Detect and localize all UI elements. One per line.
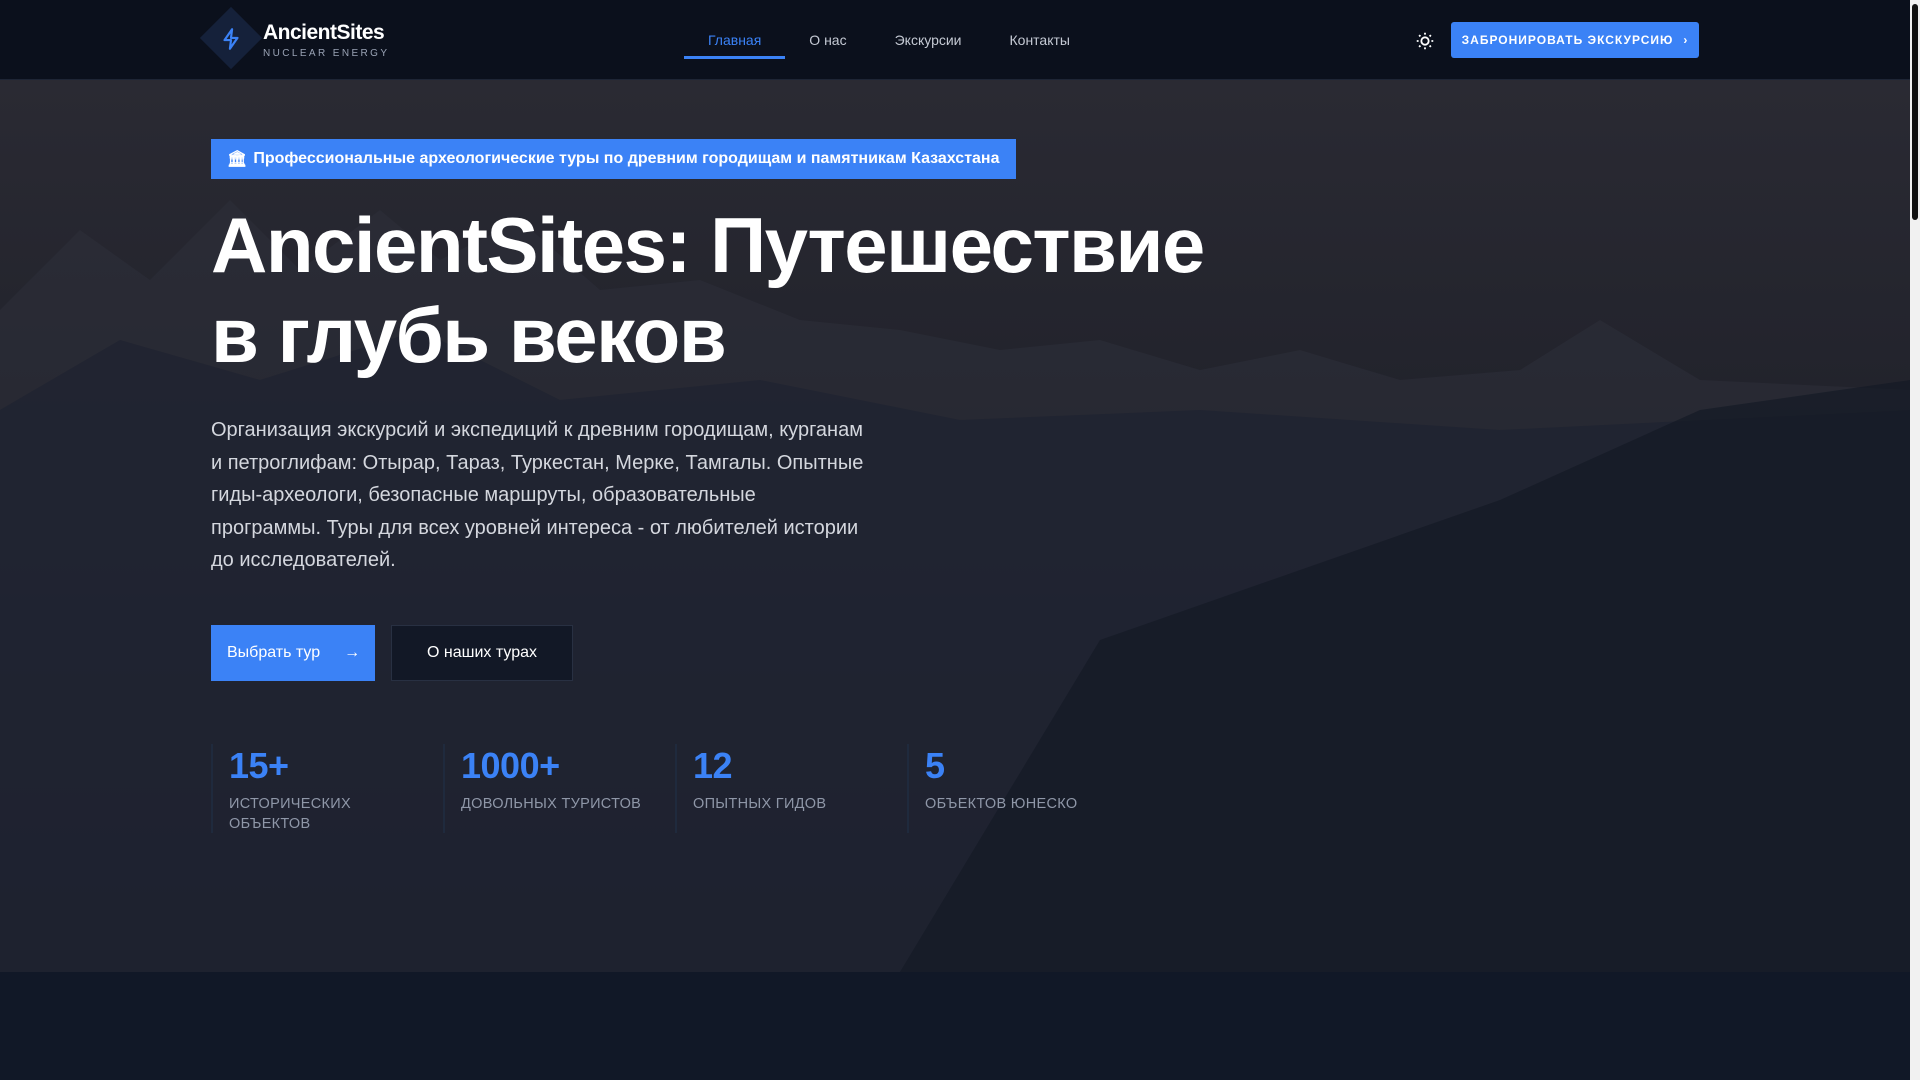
book-tour-button[interactable]: ЗАБРОНИРОВАТЬ ЭКСКУРСИЮ ›: [1451, 22, 1699, 58]
choose-tour-label: Выбрать тур: [227, 644, 321, 661]
main-nav: Главная О нас Экскурсии Контакты: [684, 0, 1094, 80]
chevron-right-icon: ›: [1683, 33, 1689, 47]
stat-value: 1000+: [461, 745, 560, 786]
site-header: AncientSites NUCLEAR ENERGY Главная О на…: [0, 0, 1910, 80]
hero-title-line2: в глубь веков: [211, 291, 727, 379]
hero-section: 🏛 Профессиональные археологические туры п…: [0, 80, 1910, 972]
stat-value: 15+: [229, 745, 289, 786]
stat-item: 1000+ ДОВОЛЬНЫХ ТУРИСТОВ: [443, 744, 675, 833]
scrollbar-thumb[interactable]: [1912, 4, 1918, 220]
stat-label: ОПЫТНЫХ ГИДОВ: [693, 796, 827, 812]
logo-title[interactable]: AncientSites: [263, 21, 385, 45]
stat-label: ДОВОЛЬНЫХ ТУРИСТОВ: [461, 796, 642, 812]
logo-subtitle: NUCLEAR ENERGY: [263, 48, 390, 59]
museum-icon: 🏛: [227, 151, 248, 168]
arrow-right-icon: →: [344, 644, 361, 661]
stat-value: 12: [693, 745, 733, 786]
nav-contacts[interactable]: Контакты: [986, 0, 1094, 80]
theme-toggle-sun-icon[interactable]: [1414, 30, 1436, 52]
hero-badge: 🏛 Профессиональные археологические туры п…: [211, 139, 1016, 179]
nav-tours[interactable]: Экскурсии: [871, 0, 986, 80]
hero-title: AncientSites: Путешествие в глубь веков: [211, 200, 1211, 380]
book-tour-label: ЗАБРОНИРОВАТЬ ЭКСКУРСИЮ: [1461, 33, 1674, 47]
hero-description: Организация экскурсий и экспедиций к дре…: [211, 419, 864, 571]
about-tours-button[interactable]: О наших турах: [391, 625, 573, 681]
stat-value: 5: [925, 745, 945, 786]
stat-item: 5 ОБЪЕКТОВ ЮНЕСКО: [907, 744, 1139, 833]
stat-label: ИСТОРИЧЕСКИХ ОБЪЕКТОВ: [229, 796, 351, 832]
hero-badge-text: Профессиональные археологические туры по…: [253, 150, 1000, 167]
lightning-icon: [223, 28, 239, 50]
nav-home[interactable]: Главная: [684, 0, 786, 80]
hero-title-line1: AncientSites: Путешествие: [211, 201, 1205, 289]
nav-about[interactable]: О нас: [785, 0, 870, 80]
stat-item: 12 ОПЫТНЫХ ГИДОВ: [675, 744, 907, 833]
stat-label: ОБЪЕКТОВ ЮНЕСКО: [925, 796, 1078, 812]
choose-tour-button[interactable]: Выбрать тур →: [211, 625, 375, 681]
stat-item: 15+ ИСТОРИЧЕСКИХ ОБЪЕКТОВ: [211, 744, 443, 833]
